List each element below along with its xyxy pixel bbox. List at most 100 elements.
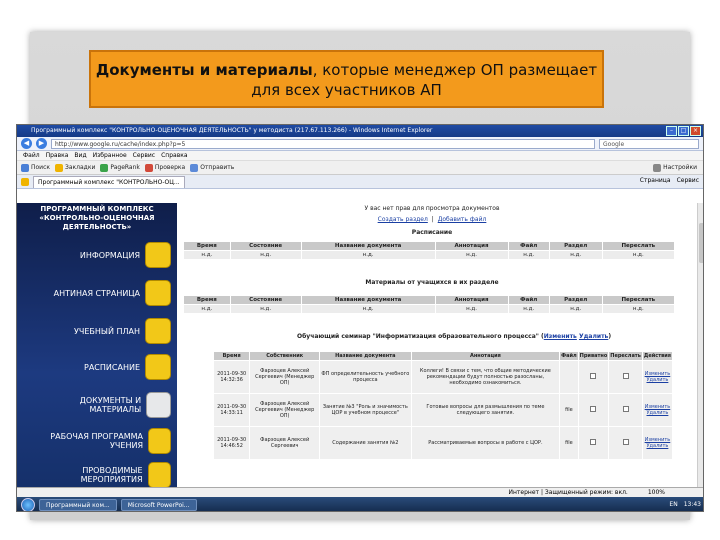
forward-checkbox[interactable] [622, 439, 629, 445]
nav-item-info[interactable]: ИНФОРМАЦИЯ [31, 237, 171, 273]
url-field[interactable]: http://www.google.ru/cache/index.php?p=5 [51, 138, 595, 149]
forward-checkbox[interactable] [622, 406, 629, 412]
toolbar-settings[interactable]: Настройки [653, 163, 703, 172]
status-bar: Интернет | Защищенный режим: вкл. 100% [17, 487, 703, 497]
folder-icon [148, 428, 171, 454]
private-checkbox[interactable] [590, 406, 597, 412]
tab-tool-service[interactable]: Сервис [677, 177, 699, 184]
seminar-title: Обучающий семинар "Информатизация образо… [297, 333, 539, 340]
people-icon [147, 462, 171, 487]
forward-checkbox[interactable] [622, 373, 629, 379]
col-section: Раздел [548, 241, 603, 251]
section-schedule-title: Расписание [411, 229, 453, 236]
menu-tools[interactable]: Сервис [133, 151, 155, 160]
left-navigation: ПРОГРАММНЫЙ КОМПЛЕКС «КОНТРОЛЬНО-ОЦЕНОЧН… [17, 203, 177, 487]
task-powerpoint[interactable]: Microsoft PowerPoi... [120, 499, 197, 511]
slide: Документы и материалы, которые менеджер … [0, 0, 720, 540]
scrollbar-thumb[interactable] [699, 223, 703, 263]
minimize-button[interactable]: – [666, 126, 677, 136]
row-delete-link[interactable]: Удалить [644, 410, 671, 416]
page-content: ПРОГРАММНЫЙ КОМПЛЕКС «КОНТРОЛЬНО-ОЦЕНОЧН… [17, 203, 703, 487]
table-row: н.д. н.д. н.д. н.д. н.д. н.д. н.д. [183, 304, 676, 314]
tab-tool-page[interactable]: Страница [640, 177, 671, 184]
caption-bold: Документы и материалы [95, 61, 313, 79]
seminar-heading: Обучающий семинар "Информатизация образо… [297, 333, 612, 340]
create-section-link[interactable]: Создать раздел [378, 216, 428, 223]
col-forward: Переслать [601, 241, 676, 251]
private-checkbox[interactable] [590, 439, 597, 445]
tray-clock: 13:43 [683, 501, 701, 508]
chart-icon [145, 242, 171, 268]
plan-icon [145, 318, 171, 344]
toolbar-bookmarks[interactable]: Закладки [55, 163, 95, 172]
file-link[interactable]: file [559, 393, 579, 427]
search-input[interactable]: Google [599, 138, 699, 149]
menu-file[interactable]: Файл [23, 151, 40, 160]
back-icon[interactable]: ◀ [21, 138, 32, 149]
status-zoom[interactable]: 100% [648, 488, 665, 497]
schedule-table: Время Состояние Название документа Аннот… [183, 241, 676, 260]
maximize-button[interactable]: □ [678, 126, 689, 136]
nav-item-plan[interactable]: УЧЕБНЫЙ ПЛАН [31, 313, 171, 349]
system-tray: EN 13:43 [669, 497, 701, 511]
main-pane: У вас нет прав для просмотра документов … [177, 203, 703, 487]
google-toolbar: Поиск Закладки PageRank Проверка Отправи… [17, 161, 703, 175]
nav-item-program[interactable]: РАБОЧАЯ ПРОГРАММА УЧЕНИЯ [31, 423, 171, 459]
toolbar-check[interactable]: Проверка [144, 163, 185, 172]
private-checkbox[interactable] [590, 373, 597, 379]
table-row: н.д. н.д. н.д. н.д. н.д. н.д. н.д. [183, 250, 676, 260]
pagerank-icon [100, 163, 109, 172]
menu-edit[interactable]: Правка [46, 151, 69, 160]
tray-language[interactable]: EN [669, 497, 677, 511]
status-zone: Интернет | Защищенный режим: вкл. [508, 489, 628, 496]
table-row: 2011-09-30 14:46:52 Фарзоцев Алексей Сер… [212, 426, 674, 460]
nav-item-events[interactable]: ПРОВОДИМЫЕ МЕРОПРИЯТИЯ [31, 457, 171, 487]
favorites-star-icon[interactable] [21, 177, 29, 186]
tab-bar: Программный комплекс "КОНТРОЛЬНО-ОЦ... С… [17, 175, 703, 189]
start-button[interactable] [21, 498, 35, 511]
menu-favorites[interactable]: Избранное [93, 151, 127, 160]
col-state: Состояние [229, 241, 302, 251]
slide-caption: Документы и материалы, которые менеджер … [89, 50, 604, 108]
menu-help[interactable]: Справка [161, 151, 187, 160]
seminar-table: Время Собственник Название документа Анн… [212, 351, 674, 460]
col-annotation: Аннотация [434, 241, 509, 251]
wrench-icon [653, 163, 662, 172]
window-title: Программный комплекс "КОНТРОЛЬНО-ОЦЕНОЧН… [31, 127, 433, 134]
toolbar-pagerank[interactable]: PageRank [100, 163, 140, 172]
col-file: Файл [507, 241, 550, 251]
nav-item-documents[interactable]: ДОКУМЕНТЫ И МАТЕРИАЛЫ [31, 387, 171, 423]
send-icon [190, 163, 199, 172]
person-icon [145, 280, 171, 306]
task-ie[interactable]: Программный ком... [39, 499, 117, 511]
vertical-scrollbar[interactable] [697, 203, 703, 487]
close-button[interactable]: × [690, 126, 701, 136]
row-delete-link[interactable]: Удалить [644, 443, 671, 449]
menu-bar: Файл Правка Вид Избранное Сервис Справка [17, 151, 703, 161]
section-materials-title: Материалы от учащихся в их разделе [365, 279, 499, 286]
table-row: 2011-09-30 14:32:36 Фарзоцев Алексей Сер… [212, 360, 674, 394]
file-link[interactable]: file [559, 426, 579, 460]
top-notice: У вас нет прав для просмотра документов [364, 205, 500, 212]
address-bar: ◀ ▶ http://www.google.ru/cache/index.php… [17, 137, 703, 151]
windows-taskbar: Программный ком... Microsoft PowerPoi...… [17, 497, 703, 511]
col-name: Название документа [300, 241, 436, 251]
row-delete-link[interactable]: Удалить [644, 377, 671, 383]
star-icon [55, 163, 64, 172]
seminar-delete-link[interactable]: Удалить [579, 333, 608, 340]
forward-icon[interactable]: ▶ [36, 138, 47, 149]
window-titlebar: Программный комплекс "КОНТРОЛЬНО-ОЦЕНОЧН… [17, 125, 703, 137]
tab-active[interactable]: Программный комплекс "КОНТРОЛЬНО-ОЦ... [33, 175, 185, 188]
check-icon [144, 163, 153, 172]
menu-view[interactable]: Вид [74, 151, 86, 160]
nav-item-personal[interactable]: АНТИНАЯ СТРАНИЦА [31, 275, 171, 311]
toolbar-search[interactable]: Поиск [21, 163, 50, 172]
seminar-edit-link[interactable]: Изменить [544, 333, 577, 340]
add-file-link[interactable]: Добавить файл [438, 216, 487, 223]
nav-item-schedule[interactable]: РАСПИСАНИЕ [31, 349, 171, 385]
table-row: 2011-09-30 14:33:11 Фарзоцев Алексей Сер… [212, 393, 674, 427]
toolbar-send[interactable]: Отправить [190, 163, 234, 172]
materials-table: Время Состояние Название документа Аннот… [183, 295, 676, 314]
site-brand: ПРОГРАММНЫЙ КОМПЛЕКС «КОНТРОЛЬНО-ОЦЕНОЧН… [39, 205, 155, 231]
calendar-icon [145, 354, 171, 380]
